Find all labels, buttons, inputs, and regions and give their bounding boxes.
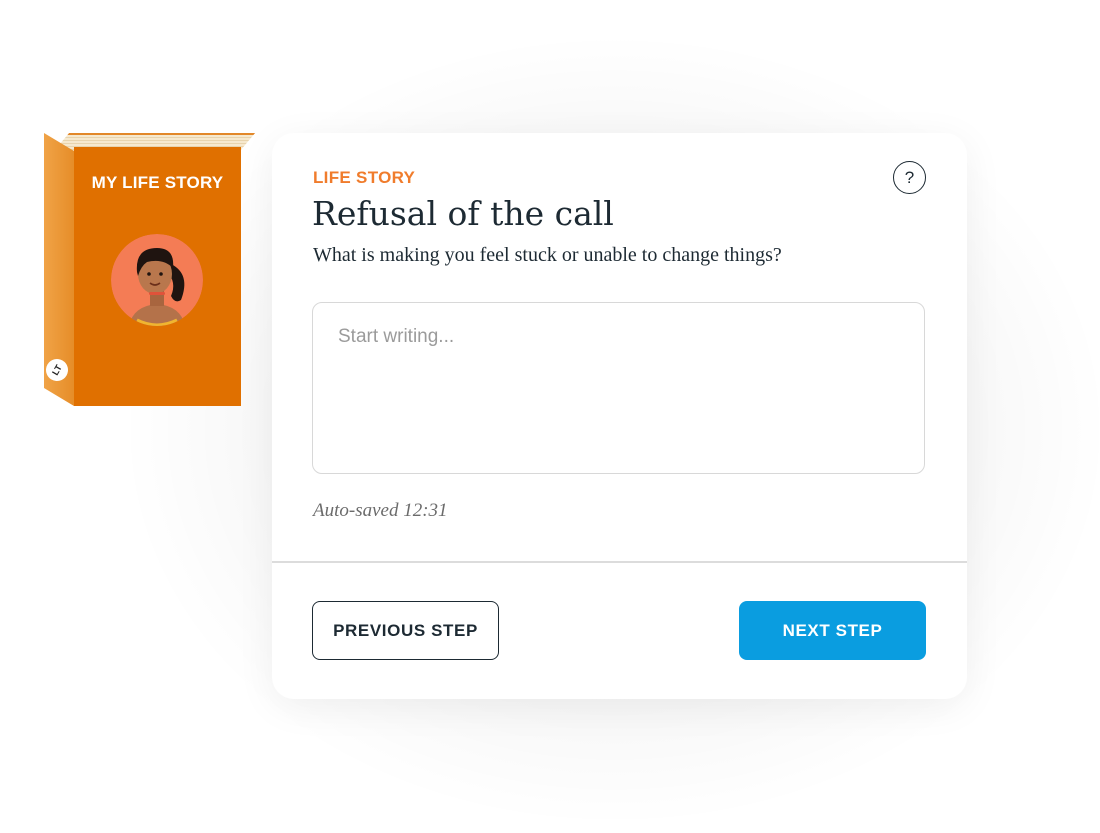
book-cover: MY LIFE STORY bbox=[74, 147, 241, 406]
card-divider bbox=[272, 561, 967, 563]
life-story-card: LIFE STORY ? Refusal of the call What is… bbox=[272, 133, 967, 699]
autosave-status: Auto-saved 12:31 bbox=[313, 500, 448, 521]
question-mark-icon: ? bbox=[904, 167, 915, 187]
woman-avatar-icon bbox=[111, 234, 203, 326]
help-button[interactable]: ? bbox=[893, 161, 926, 194]
previous-step-button[interactable]: PREVIOUS STEP bbox=[312, 601, 499, 660]
prompt-question: What is making you feel stuck or unable … bbox=[313, 244, 782, 266]
page-title: Refusal of the call bbox=[312, 194, 614, 233]
life-story-book: MY LIFE STORY LT bbox=[41, 133, 256, 406]
book-title: MY LIFE STORY bbox=[91, 173, 224, 192]
story-text-input[interactable] bbox=[312, 302, 925, 474]
next-step-button[interactable]: NEXT STEP bbox=[739, 601, 926, 660]
section-eyebrow: LIFE STORY bbox=[313, 168, 416, 187]
app-stage: MY LIFE STORY LT LIFE STORY ? Refusal of… bbox=[0, 0, 1100, 833]
